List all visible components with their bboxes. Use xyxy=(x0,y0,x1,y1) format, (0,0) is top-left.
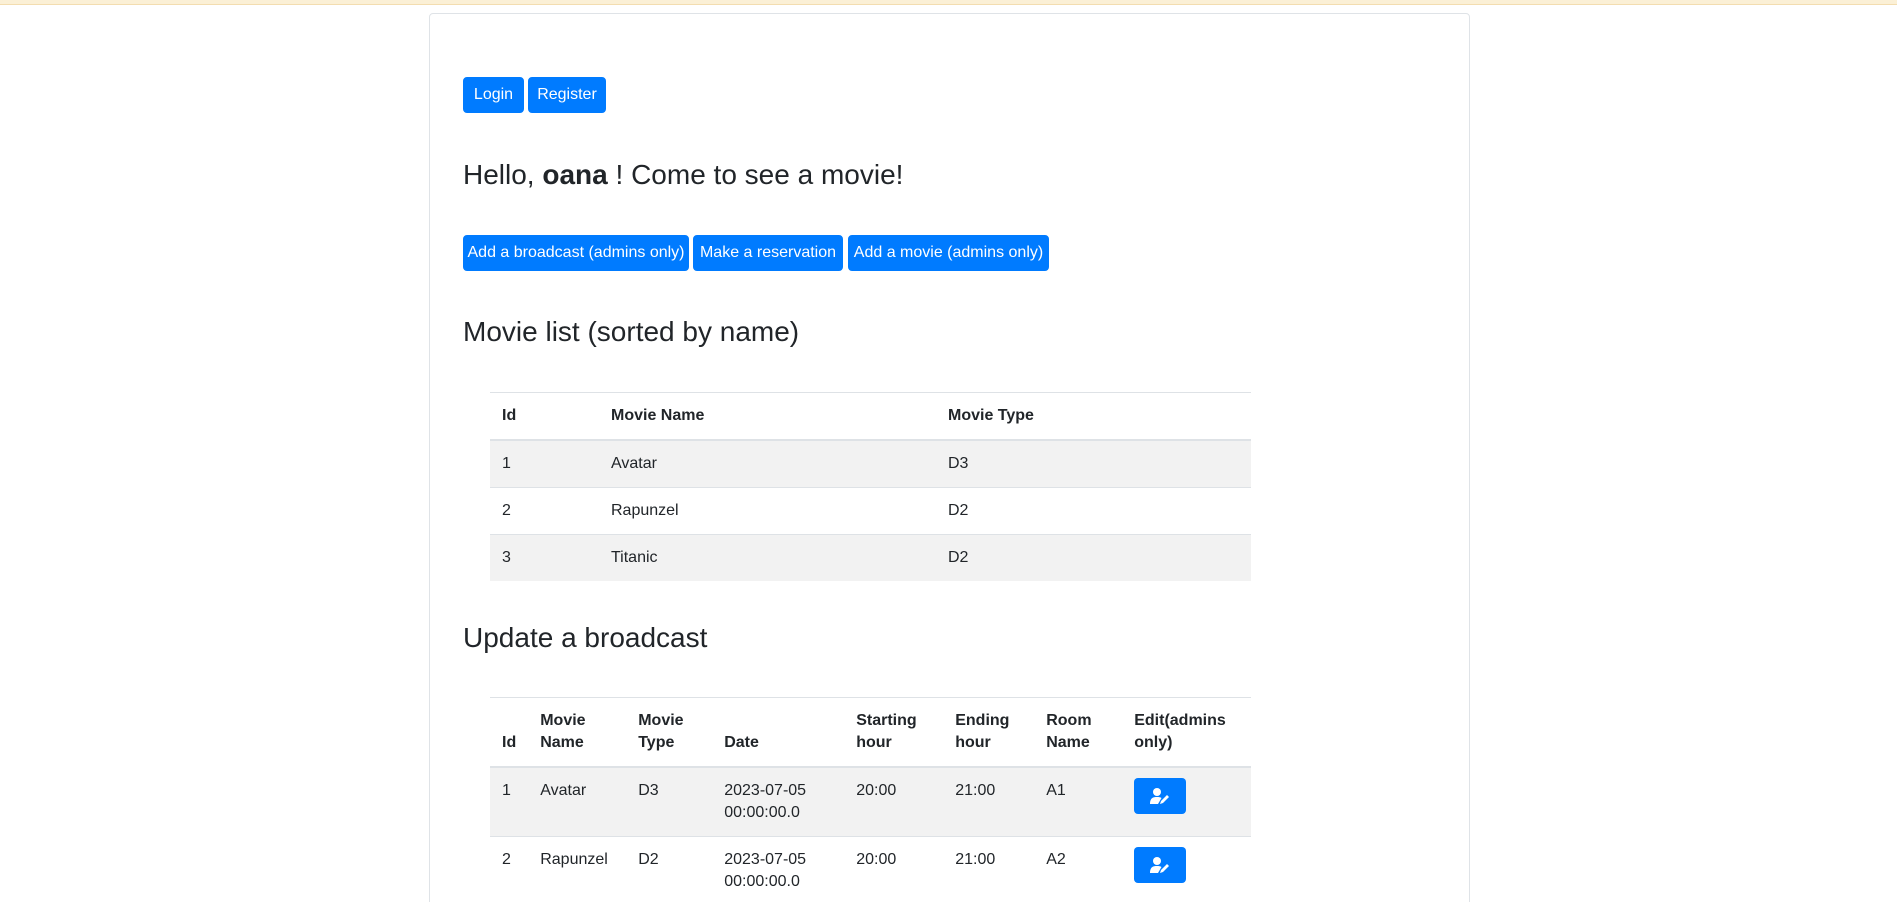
column-header-id: Id xyxy=(490,697,529,768)
table-row: 3 Titanic D2 xyxy=(490,534,1251,581)
broadcast-start-cell: 20:00 xyxy=(844,766,944,837)
broadcast-start-cell: 20:00 xyxy=(844,836,944,902)
greeting-suffix: ! Come to see a movie! xyxy=(615,159,904,190)
edit-broadcast-button[interactable] xyxy=(1134,778,1187,814)
column-header-starting-hour: Starting hour xyxy=(844,697,944,768)
broadcast-header-row: Id Movie Name Movie Type Date Starting h… xyxy=(490,697,1251,768)
register-button[interactable]: Register xyxy=(528,77,606,113)
column-header-movie-name: Movie Name xyxy=(528,697,627,768)
movie-name-cell: Rapunzel xyxy=(599,487,936,535)
login-button[interactable]: Login xyxy=(463,77,524,113)
movie-id-cell: 3 xyxy=(490,534,599,581)
movie-type-cell: D2 xyxy=(936,534,1251,581)
greeting-prefix: Hello, xyxy=(463,159,535,190)
movie-name-cell: Avatar xyxy=(599,439,936,488)
column-header-date: Date xyxy=(712,697,845,768)
table-row: 1 Avatar D3 2023-07-05 00:00:00.0 20:00 … xyxy=(490,766,1251,837)
user-edit-icon xyxy=(1150,788,1170,804)
movie-list-table-wrap: Id Movie Name Movie Type 1 Avatar D3 2 R… xyxy=(490,392,1251,581)
edit-broadcast-button[interactable] xyxy=(1134,847,1187,883)
broadcast-movie-type-cell: D2 xyxy=(626,836,713,902)
broadcast-edit-cell xyxy=(1122,766,1251,837)
user-edit-icon xyxy=(1150,857,1170,873)
movie-name-cell: Titanic xyxy=(599,534,936,581)
column-header-ending-hour: Ending hour xyxy=(943,697,1035,768)
table-row: 1 Avatar D3 xyxy=(490,439,1251,488)
broadcast-room-cell: A2 xyxy=(1034,836,1123,902)
broadcast-end-cell: 21:00 xyxy=(943,836,1035,902)
broadcast-movie-type-cell: D3 xyxy=(626,766,713,837)
column-header-movie-type: Movie Type xyxy=(626,697,713,768)
movie-list-header-row: Id Movie Name Movie Type xyxy=(490,392,1251,441)
broadcast-table-wrap: Id Movie Name Movie Type Date Starting h… xyxy=(490,697,1251,902)
broadcast-end-cell: 21:00 xyxy=(943,766,1035,837)
broadcast-date-cell: 2023-07-05 00:00:00.0 xyxy=(712,766,845,837)
broadcast-id-cell: 1 xyxy=(490,766,529,837)
greeting-heading: Hello, oana ! Come to see a movie! xyxy=(463,158,903,192)
table-row: 2 Rapunzel D2 xyxy=(490,487,1251,535)
movie-list-title: Movie list (sorted by name) xyxy=(463,316,800,347)
broadcast-table: Id Movie Name Movie Type Date Starting h… xyxy=(490,697,1251,902)
broadcast-edit-cell xyxy=(1122,836,1251,902)
update-broadcast-title: Update a broadcast xyxy=(463,622,708,653)
movie-type-cell: D2 xyxy=(936,487,1251,535)
broadcast-date-cell: 2023-07-05 00:00:00.0 xyxy=(712,836,845,902)
movie-id-cell: 1 xyxy=(490,439,599,488)
broadcast-movie-name-cell: Avatar xyxy=(528,766,627,837)
column-header-edit: Edit(admins only) xyxy=(1122,697,1251,768)
table-row: 2 Rapunzel D2 2023-07-05 00:00:00.0 20:0… xyxy=(490,836,1251,902)
broadcast-id-cell: 2 xyxy=(490,836,529,902)
column-header-movie-name: Movie Name xyxy=(599,392,936,441)
add-movie-button[interactable]: Add a movie (admins only) xyxy=(848,235,1049,271)
movie-type-cell: D3 xyxy=(936,439,1251,488)
make-reservation-button[interactable]: Make a reservation xyxy=(693,235,843,271)
greeting-username: oana xyxy=(542,159,608,190)
movie-list-table: Id Movie Name Movie Type 1 Avatar D3 2 R… xyxy=(490,392,1251,581)
broadcast-movie-name-cell: Rapunzel xyxy=(528,836,627,902)
column-header-room-name: Room Name xyxy=(1034,697,1123,768)
column-header-movie-type: Movie Type xyxy=(936,392,1251,441)
broadcast-room-cell: A1 xyxy=(1034,766,1123,837)
column-header-id: Id xyxy=(490,392,599,441)
add-broadcast-button[interactable]: Add a broadcast (admins only) xyxy=(463,235,689,271)
movie-id-cell: 2 xyxy=(490,487,599,535)
browser-notification-strip xyxy=(0,0,1897,5)
